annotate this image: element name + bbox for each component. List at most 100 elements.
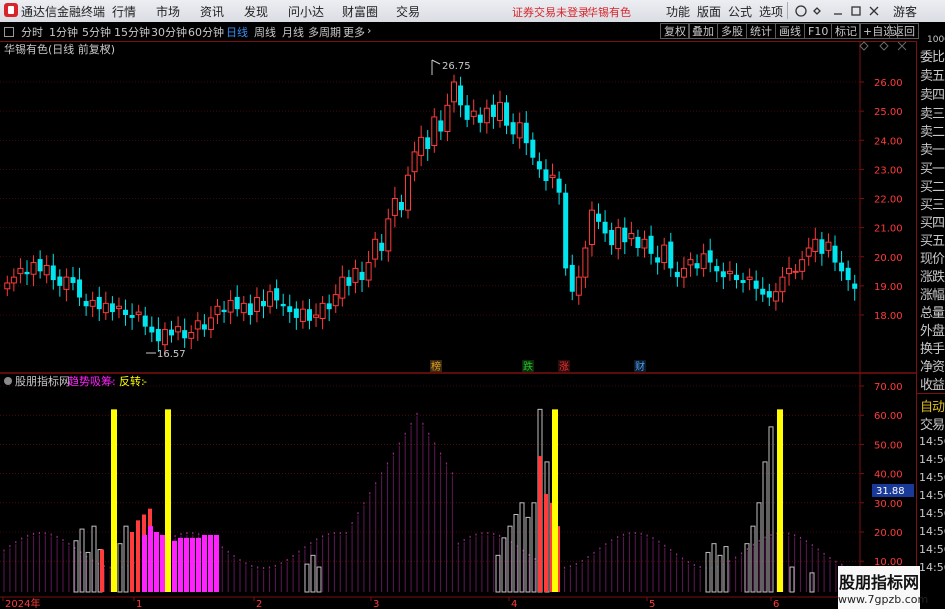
candle-body[interactable] (161, 329, 168, 346)
candle-body[interactable] (458, 85, 464, 106)
row-pct[interactable]: 涨幅 (920, 284, 945, 303)
candle-body[interactable] (622, 227, 628, 243)
candle-body[interactable] (274, 288, 280, 301)
candle-body[interactable] (115, 305, 122, 310)
candle-body[interactable] (77, 279, 83, 298)
candle-body[interactable] (714, 266, 720, 272)
candle-body[interactable] (766, 291, 772, 298)
candle-body[interactable] (596, 213, 602, 222)
candle-body[interactable] (155, 328, 161, 342)
row-sell5[interactable]: 卖五 (920, 65, 945, 84)
candle-body[interactable] (753, 280, 759, 289)
row-buy3[interactable]: 买三 (920, 194, 945, 213)
row-volume[interactable]: 总量 (920, 302, 945, 321)
candle-body[interactable] (812, 238, 819, 253)
candle-body[interactable] (464, 105, 470, 120)
candle-body[interactable] (50, 265, 56, 281)
candle-body[interactable] (746, 276, 753, 280)
candle-body[interactable] (845, 267, 851, 281)
event-marker-bang[interactable]: 榜 (430, 360, 442, 373)
candle-body[interactable] (385, 218, 392, 252)
candle-body[interactable] (661, 244, 668, 264)
event-marker-die[interactable]: 跌 (522, 360, 534, 373)
candle-body[interactable] (260, 301, 266, 307)
candle-body[interactable] (450, 81, 457, 103)
candle-body[interactable] (135, 311, 142, 315)
candle-body[interactable] (319, 302, 326, 319)
candle-body[interactable] (17, 267, 24, 275)
candle-body[interactable] (563, 192, 569, 269)
row-netasset[interactable]: 净资 (920, 356, 945, 375)
candle-body[interactable] (280, 303, 286, 307)
candle-body[interactable] (726, 270, 733, 275)
candle-body[interactable] (477, 114, 483, 123)
candle-body[interactable] (240, 302, 247, 314)
candle-body[interactable] (549, 174, 556, 179)
candle-body[interactable] (680, 267, 687, 278)
candle-body[interactable] (169, 329, 175, 336)
candle-body[interactable] (10, 276, 17, 284)
row-buy4[interactable]: 买四 (920, 212, 945, 231)
candle-body[interactable] (299, 308, 306, 322)
row-outer[interactable]: 外盘 (920, 320, 945, 339)
candle-body[interactable] (772, 291, 779, 302)
candle-body[interactable] (142, 315, 148, 327)
candle-body[interactable] (234, 296, 240, 310)
row-sell4[interactable]: 卖四 (920, 84, 945, 103)
candle-body[interactable] (175, 326, 182, 333)
candle-body[interactable] (655, 257, 661, 263)
candle-body[interactable] (37, 259, 43, 272)
candle-body[interactable] (438, 120, 444, 132)
candle-body[interactable] (30, 262, 37, 275)
candle-body[interactable] (24, 271, 30, 275)
candle-body[interactable] (96, 296, 102, 310)
auto-trade-label[interactable]: 自动 (920, 396, 945, 415)
candle-body[interactable] (470, 110, 477, 117)
candle-body[interactable] (496, 101, 503, 121)
candle-body[interactable] (819, 239, 825, 254)
row-turnover[interactable]: 换手 (920, 338, 945, 357)
candle-body[interactable] (490, 104, 496, 117)
candle-body[interactable] (602, 221, 608, 234)
candle-body[interactable] (700, 253, 707, 269)
candle-body[interactable] (306, 309, 312, 321)
row-buy1[interactable]: 买一 (920, 158, 945, 177)
candle-body[interactable] (129, 315, 135, 318)
candle-body[interactable] (43, 264, 50, 276)
candle-body[interactable] (740, 280, 746, 283)
candle-body[interactable] (359, 271, 365, 281)
row-sell2[interactable]: 卖二 (920, 121, 945, 140)
candle-body[interactable] (247, 303, 253, 315)
candle-body[interactable] (825, 241, 832, 251)
candle-body[interactable] (194, 320, 201, 330)
row-earnings[interactable]: 收益 (920, 374, 945, 393)
candle-body[interactable] (431, 116, 438, 146)
candle-body[interactable] (405, 174, 412, 211)
candle-body[interactable] (63, 276, 70, 290)
candle-body[interactable] (267, 291, 274, 307)
indicator-settings-icon[interactable] (4, 377, 12, 385)
candle-body[interactable] (536, 161, 542, 170)
event-marker-zhang[interactable]: 涨 (558, 360, 570, 373)
candle-body[interactable] (799, 259, 806, 272)
main-chart-close-icon[interactable] (897, 41, 907, 51)
row-sell1[interactable]: 卖一 (920, 139, 945, 158)
candle-body[interactable] (720, 271, 726, 278)
candle-body[interactable] (733, 274, 739, 281)
candle-body[interactable] (504, 102, 510, 126)
candle-body[interactable] (628, 232, 635, 240)
candle-body[interactable] (149, 326, 155, 333)
candle-body[interactable] (635, 236, 641, 249)
candle-body[interactable] (543, 169, 549, 182)
candle-body[interactable] (313, 314, 320, 318)
candle-body[interactable] (83, 301, 89, 307)
candle-body[interactable] (123, 309, 129, 315)
candle-body[interactable] (530, 139, 536, 158)
main-chart-settings-icon[interactable] (879, 41, 889, 51)
main-chart-config-icon[interactable] (859, 41, 869, 51)
candle-body[interactable] (332, 294, 339, 307)
candle-body[interactable] (523, 122, 529, 144)
candle-body[interactable] (372, 238, 379, 260)
row-buy2[interactable]: 买二 (920, 176, 945, 195)
candle-body[interactable] (418, 136, 425, 156)
